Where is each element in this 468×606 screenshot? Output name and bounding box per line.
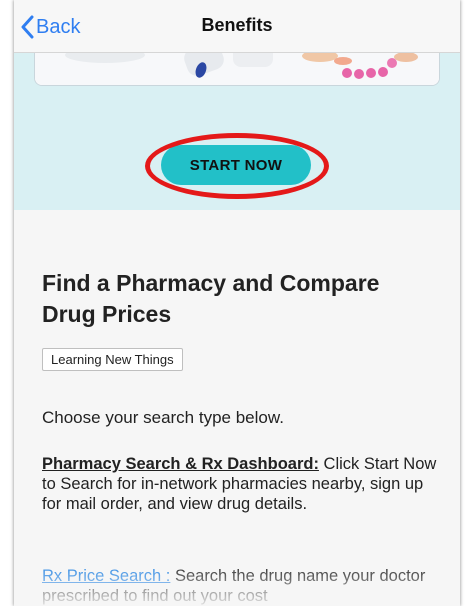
rx-price-search-paragraph: Rx Price Search : Search the drug name y… <box>42 566 447 606</box>
navigation-bar: Back Benefits <box>14 0 460 53</box>
hero-section: START NOW <box>14 53 460 210</box>
intro-text: Choose your search type below. <box>42 408 284 427</box>
pharmacy-search-paragraph: Pharmacy Search & Rx Dashboard: Click St… <box>42 454 447 514</box>
start-now-button[interactable]: START NOW <box>161 145 311 185</box>
content-section: Find a Pharmacy and Compare Drug Prices … <box>14 210 460 606</box>
pharmacy-search-link[interactable]: Pharmacy Search & Rx Dashboard: <box>42 455 319 473</box>
section-heading: Find a Pharmacy and Compare Drug Prices <box>42 270 380 327</box>
page-title: Benefits <box>201 15 273 35</box>
rx-price-search-link[interactable]: Rx Price Search : <box>42 567 170 585</box>
category-tag: Learning New Things <box>42 348 183 371</box>
medication-image <box>34 53 440 86</box>
app-screen: Back Benefits START NOW Find a Pharmacy … <box>14 0 460 606</box>
